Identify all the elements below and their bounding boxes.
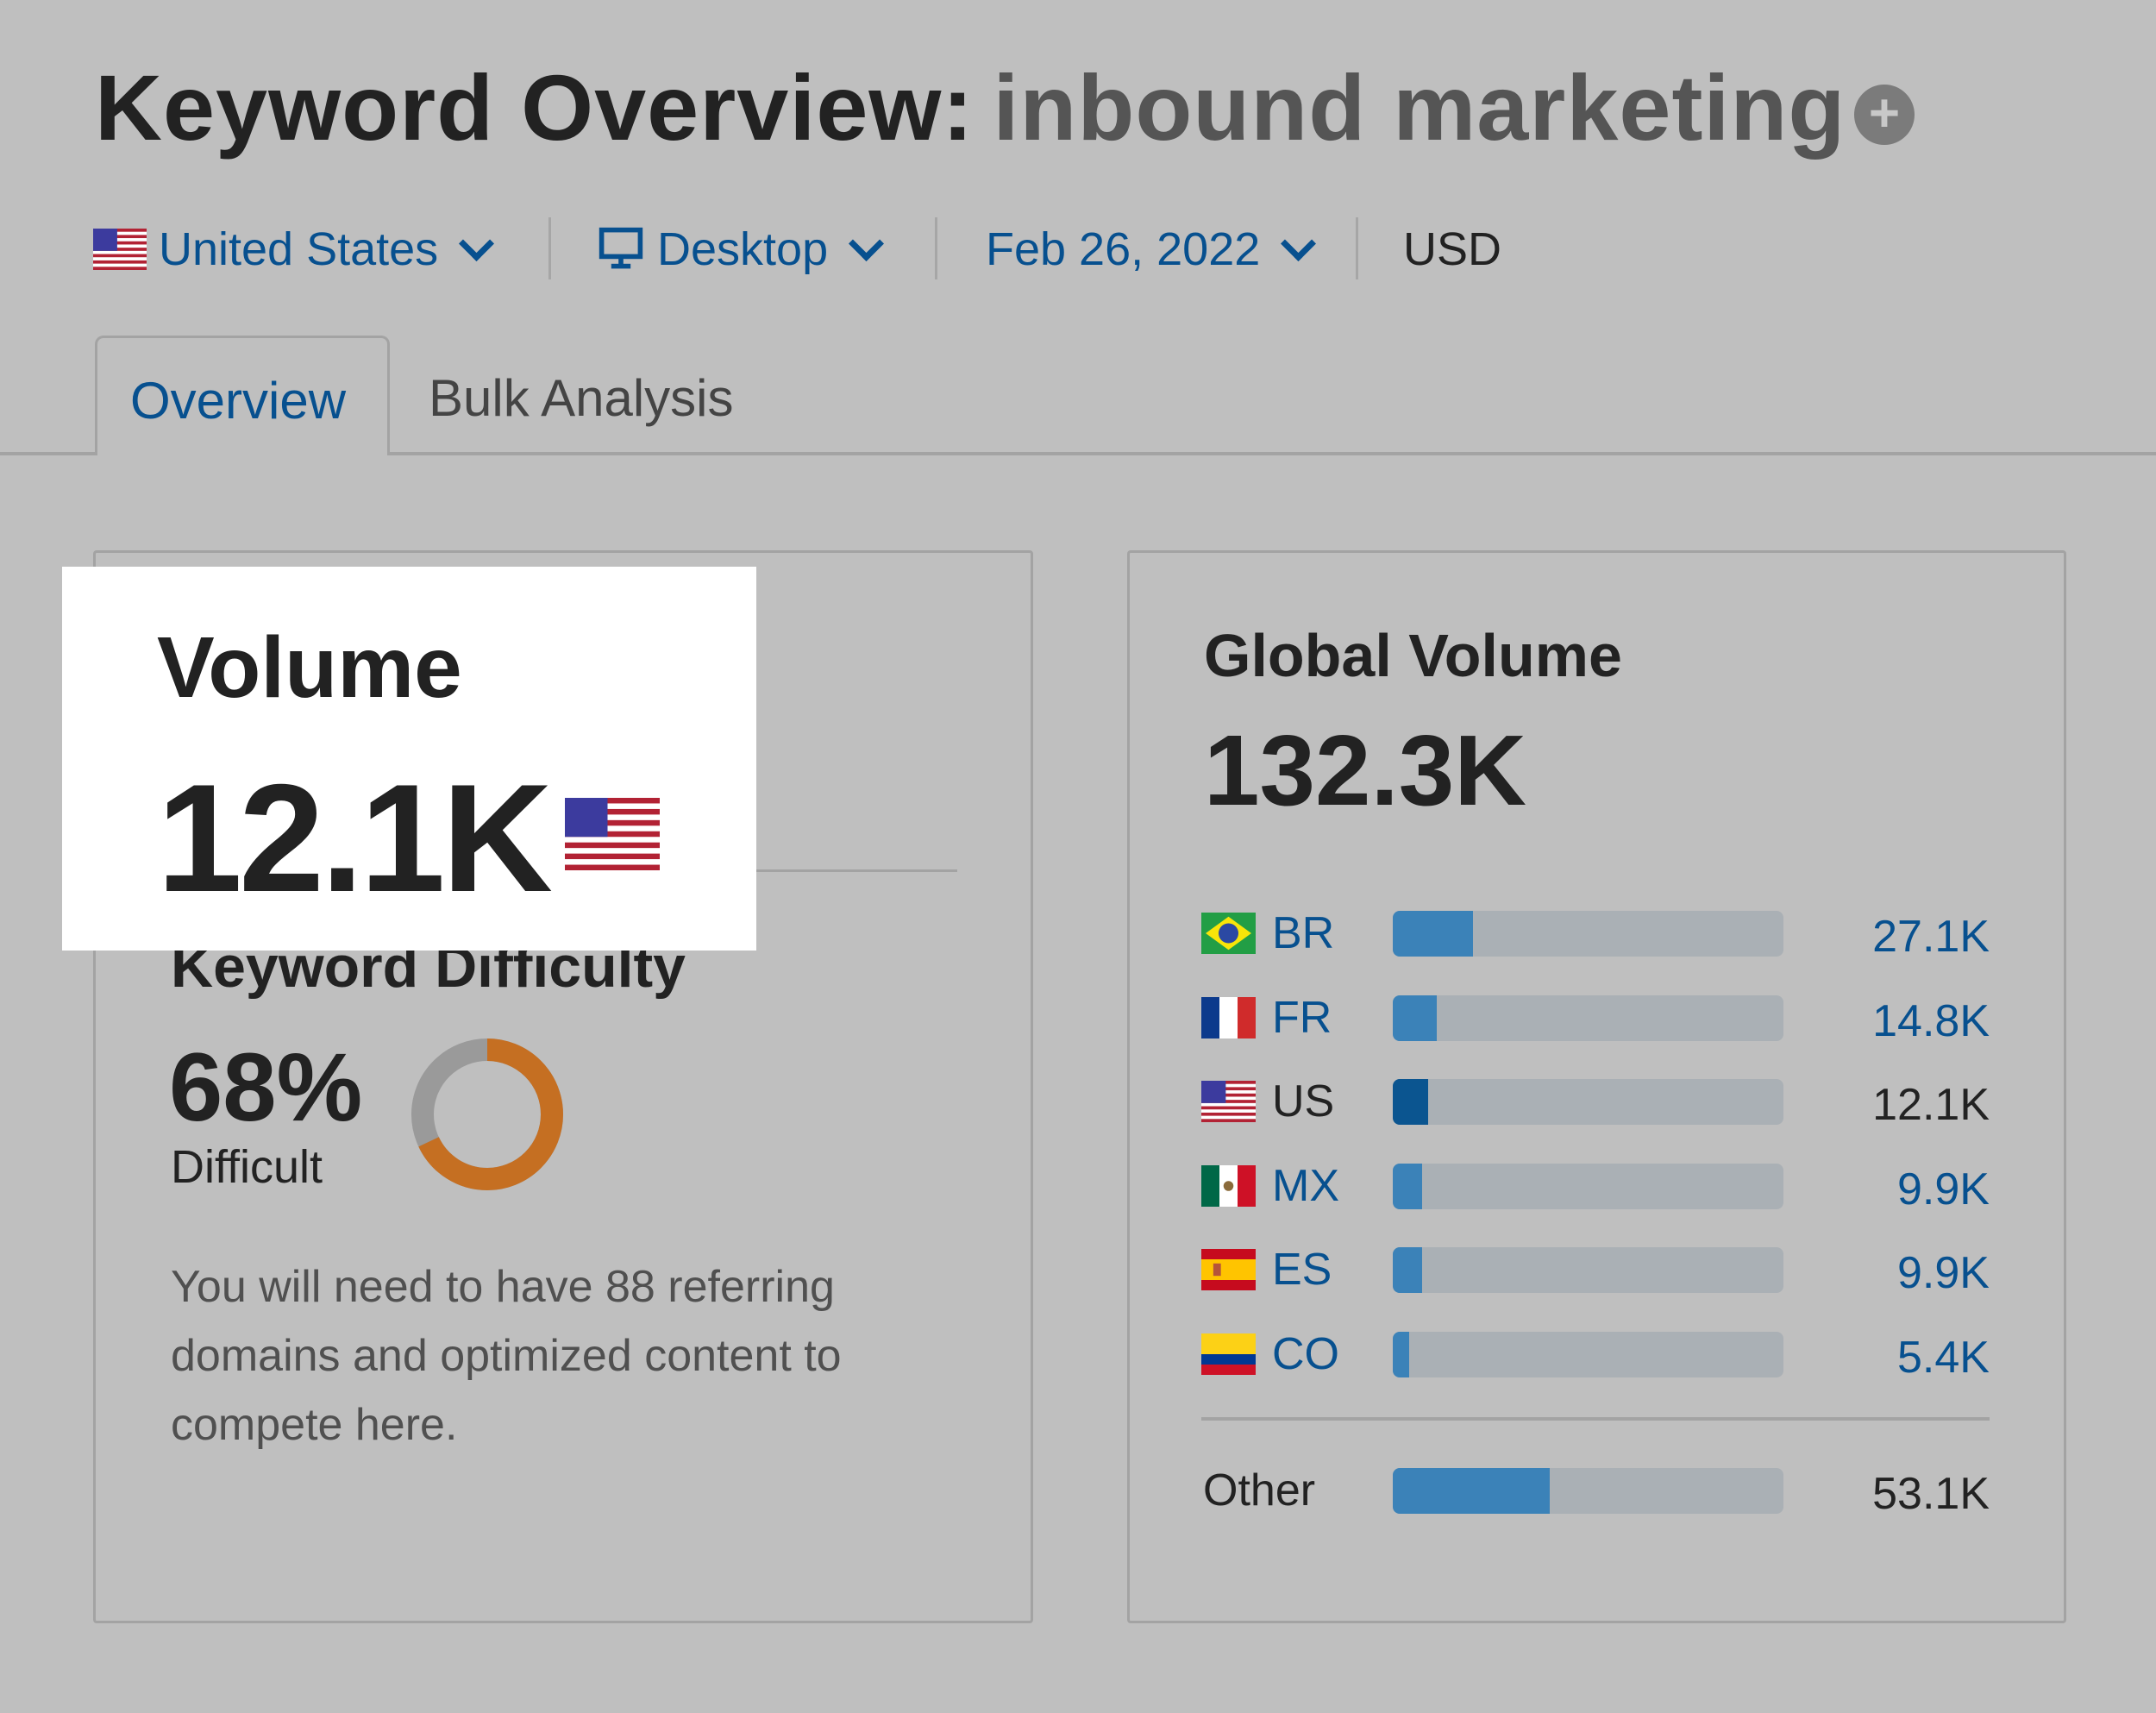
chevron-down-icon bbox=[849, 225, 885, 261]
divider bbox=[548, 217, 551, 279]
volume-bar-track bbox=[1393, 1163, 1783, 1209]
global-volume-total: 132.3K bbox=[1204, 714, 1527, 826]
global-volume-title: Global Volume bbox=[1204, 622, 1622, 689]
country-volume-value[interactable]: 9.9K bbox=[1897, 1164, 1990, 1215]
country-volume-row-us: US 12.1K bbox=[1201, 1076, 1990, 1130]
other-value: 53.1K bbox=[1872, 1469, 1990, 1519]
country-volume-value[interactable]: 9.9K bbox=[1897, 1247, 1990, 1299]
country-volume-value[interactable]: 27.1K bbox=[1872, 911, 1990, 963]
country-code[interactable]: BR bbox=[1272, 907, 1334, 959]
country-selector[interactable]: United States bbox=[93, 223, 498, 276]
es-flag-icon bbox=[1201, 1249, 1256, 1290]
us-flag-icon bbox=[1201, 1081, 1256, 1122]
volume-bar-track bbox=[1393, 1247, 1783, 1293]
tab-overview-label: Overview bbox=[130, 372, 347, 430]
volume-bar-track bbox=[1393, 1079, 1783, 1125]
volume-label: Volume bbox=[157, 619, 462, 716]
country-code: US bbox=[1272, 1076, 1335, 1126]
chevron-down-icon bbox=[459, 225, 495, 261]
other-label: Other bbox=[1203, 1465, 1316, 1515]
br-flag-icon bbox=[1201, 913, 1256, 954]
country-volume-row-br: BR 27.1K bbox=[1201, 907, 1990, 962]
country-volume-row-co: CO 5.4K bbox=[1201, 1328, 1990, 1383]
currency-label: USD bbox=[1403, 223, 1502, 275]
title-prefix: Keyword Overview: bbox=[95, 55, 975, 160]
title-keyword: inbound marketing bbox=[993, 55, 1846, 160]
plus-circle-icon[interactable]: + bbox=[1854, 85, 1915, 145]
volume-bar-fill bbox=[1393, 1247, 1422, 1293]
country-volume-row-fr: FR 14.8K bbox=[1201, 992, 1990, 1047]
us-flag-icon bbox=[93, 229, 147, 270]
us-flag-icon bbox=[565, 798, 660, 870]
date-label: Feb 26, 2022 bbox=[986, 223, 1261, 275]
volume-bar-fill bbox=[1393, 1468, 1550, 1514]
volume-bar-track bbox=[1393, 1331, 1783, 1377]
country-code[interactable]: CO bbox=[1272, 1328, 1339, 1380]
country-volume-value[interactable]: 5.4K bbox=[1897, 1332, 1990, 1384]
country-label: United States bbox=[159, 223, 439, 275]
device-selector[interactable]: Desktop bbox=[597, 223, 887, 276]
keyword-difficulty-percent: 68% bbox=[169, 1033, 363, 1141]
tab-bulk-analysis[interactable]: Bulk Analysis bbox=[429, 368, 734, 428]
difficulty-donut-chart bbox=[411, 1038, 563, 1190]
divider bbox=[1201, 1417, 1990, 1421]
other-volume-row: Other 53.1K bbox=[1201, 1465, 1990, 1519]
country-volume-row-mx: MX 9.9K bbox=[1201, 1160, 1990, 1215]
volume-bar-fill bbox=[1393, 1331, 1409, 1377]
page-title: Keyword Overview: inbound marketing bbox=[95, 53, 1846, 161]
divider bbox=[935, 217, 937, 279]
country-volume-value[interactable]: 14.8K bbox=[1872, 995, 1990, 1047]
country-code[interactable]: FR bbox=[1272, 992, 1332, 1044]
date-selector[interactable]: Feb 26, 2022 bbox=[986, 223, 1319, 276]
volume-bar-fill bbox=[1393, 995, 1437, 1041]
chevron-down-icon bbox=[1281, 225, 1317, 261]
volume-bar-fill bbox=[1393, 1079, 1429, 1125]
volume-bar-fill bbox=[1393, 911, 1473, 957]
volume-value: 12.1K bbox=[157, 752, 553, 924]
volume-bar-fill bbox=[1393, 1163, 1422, 1209]
keyword-difficulty-level: Difficult bbox=[171, 1141, 323, 1193]
country-code[interactable]: ES bbox=[1272, 1244, 1332, 1296]
fr-flag-icon bbox=[1201, 996, 1256, 1038]
volume-highlight: Volume 12.1K bbox=[62, 567, 756, 951]
desktop-icon bbox=[599, 227, 643, 269]
keyword-difficulty-description: You will need to have 88 referring domai… bbox=[171, 1262, 842, 1450]
country-volume-value: 12.1K bbox=[1872, 1080, 1990, 1130]
device-label: Desktop bbox=[657, 223, 829, 275]
co-flag-icon bbox=[1201, 1333, 1256, 1375]
country-code[interactable]: MX bbox=[1272, 1160, 1339, 1212]
country-volume-row-es: ES 9.9K bbox=[1201, 1244, 1990, 1299]
mx-flag-icon bbox=[1201, 1164, 1256, 1207]
volume-bar-track bbox=[1393, 1468, 1783, 1514]
volume-bar-track bbox=[1393, 995, 1783, 1041]
volume-bar-track bbox=[1393, 911, 1783, 957]
divider bbox=[1356, 217, 1358, 279]
tab-overview[interactable]: Overview bbox=[95, 336, 390, 455]
